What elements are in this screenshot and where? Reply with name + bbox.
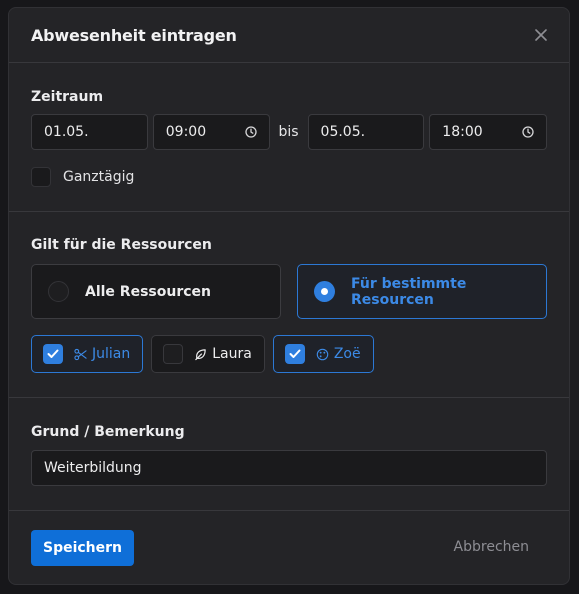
- all-day-row: Ganztägig: [31, 167, 547, 187]
- dialog-title: Abwesenheit eintragen: [31, 25, 237, 45]
- resources-label: Gilt für die Ressourcen: [31, 237, 212, 253]
- date-range-row: 01.05. 09:00 bis 05.05. 18:00: [31, 114, 548, 150]
- resource-chip-laura[interactable]: Laura: [151, 335, 265, 373]
- absence-dialog: Abwesenheit eintragen Zeitraum 01.05. 09…: [8, 7, 570, 585]
- note-value: Weiterbildung: [44, 460, 142, 476]
- check-icon: [47, 349, 59, 358]
- resources-section: Gilt für die Ressourcen Alle Ressourcen …: [9, 212, 569, 398]
- note-input[interactable]: Weiterbildung: [31, 450, 547, 486]
- close-icon: [535, 29, 547, 41]
- backdrop: [569, 160, 579, 460]
- dialog-header: Abwesenheit eintragen: [9, 8, 569, 63]
- resource-name-julian: Julian: [92, 346, 131, 362]
- palette-icon: [316, 348, 329, 360]
- all-day-label: Ganztägig: [63, 169, 135, 185]
- range-separator: bis: [278, 124, 299, 140]
- option-specific-resources-label: Für bestimmte Resourcen: [351, 275, 467, 308]
- end-date-input[interactable]: 05.05.: [307, 114, 425, 150]
- option-all-resources-label: Alle Ressourcen: [85, 283, 211, 300]
- dialog-footer: Speichern Abbrechen: [9, 511, 569, 584]
- check-icon: [289, 349, 301, 358]
- resource-chips: Julian Laura Zoë: [31, 335, 547, 373]
- resource-chip-julian[interactable]: Julian: [31, 335, 144, 373]
- start-time-value: 09:00: [165, 124, 207, 140]
- resource-name-laura: Laura: [212, 346, 252, 362]
- checkbox-julian[interactable]: [43, 344, 63, 364]
- resource-scope-options: Alle Ressourcen Für bestimmte Resourcen: [31, 264, 547, 319]
- period-section: Zeitraum 01.05. 09:00 bis 05.05. 18:00 G…: [9, 63, 569, 212]
- option-all-resources[interactable]: Alle Ressourcen: [31, 264, 281, 319]
- radio-specific-resources[interactable]: [314, 281, 335, 302]
- checkbox-zoe[interactable]: [284, 344, 305, 364]
- resource-chip-zoe[interactable]: Zoë: [272, 335, 374, 373]
- end-date-value: 05.05.: [320, 124, 366, 140]
- note-section: Grund / Bemerkung Weiterbildung: [9, 398, 569, 511]
- start-time-input[interactable]: 09:00: [152, 114, 271, 150]
- start-date-input[interactable]: 01.05.: [31, 114, 148, 150]
- note-label: Grund / Bemerkung: [31, 424, 185, 440]
- period-label: Zeitraum: [31, 89, 104, 105]
- end-time-value: 18:00: [442, 124, 483, 140]
- clock-icon[interactable]: [245, 126, 258, 138]
- clock-icon[interactable]: [522, 126, 534, 138]
- option-specific-resources[interactable]: Für bestimmte Resourcen: [297, 264, 547, 319]
- start-date-value: 01.05.: [44, 124, 89, 140]
- leaf-icon: [195, 348, 206, 360]
- resource-name-zoe: Zoë: [333, 346, 361, 362]
- close-button[interactable]: [531, 25, 551, 45]
- end-time-input[interactable]: 18:00: [429, 114, 548, 150]
- save-button[interactable]: Speichern: [31, 530, 134, 566]
- cancel-button[interactable]: Abbrechen: [454, 539, 529, 555]
- scissors-icon: [74, 348, 87, 360]
- checkbox-laura[interactable]: [163, 344, 184, 364]
- all-day-checkbox[interactable]: [31, 167, 51, 187]
- radio-all-resources[interactable]: [48, 281, 69, 302]
